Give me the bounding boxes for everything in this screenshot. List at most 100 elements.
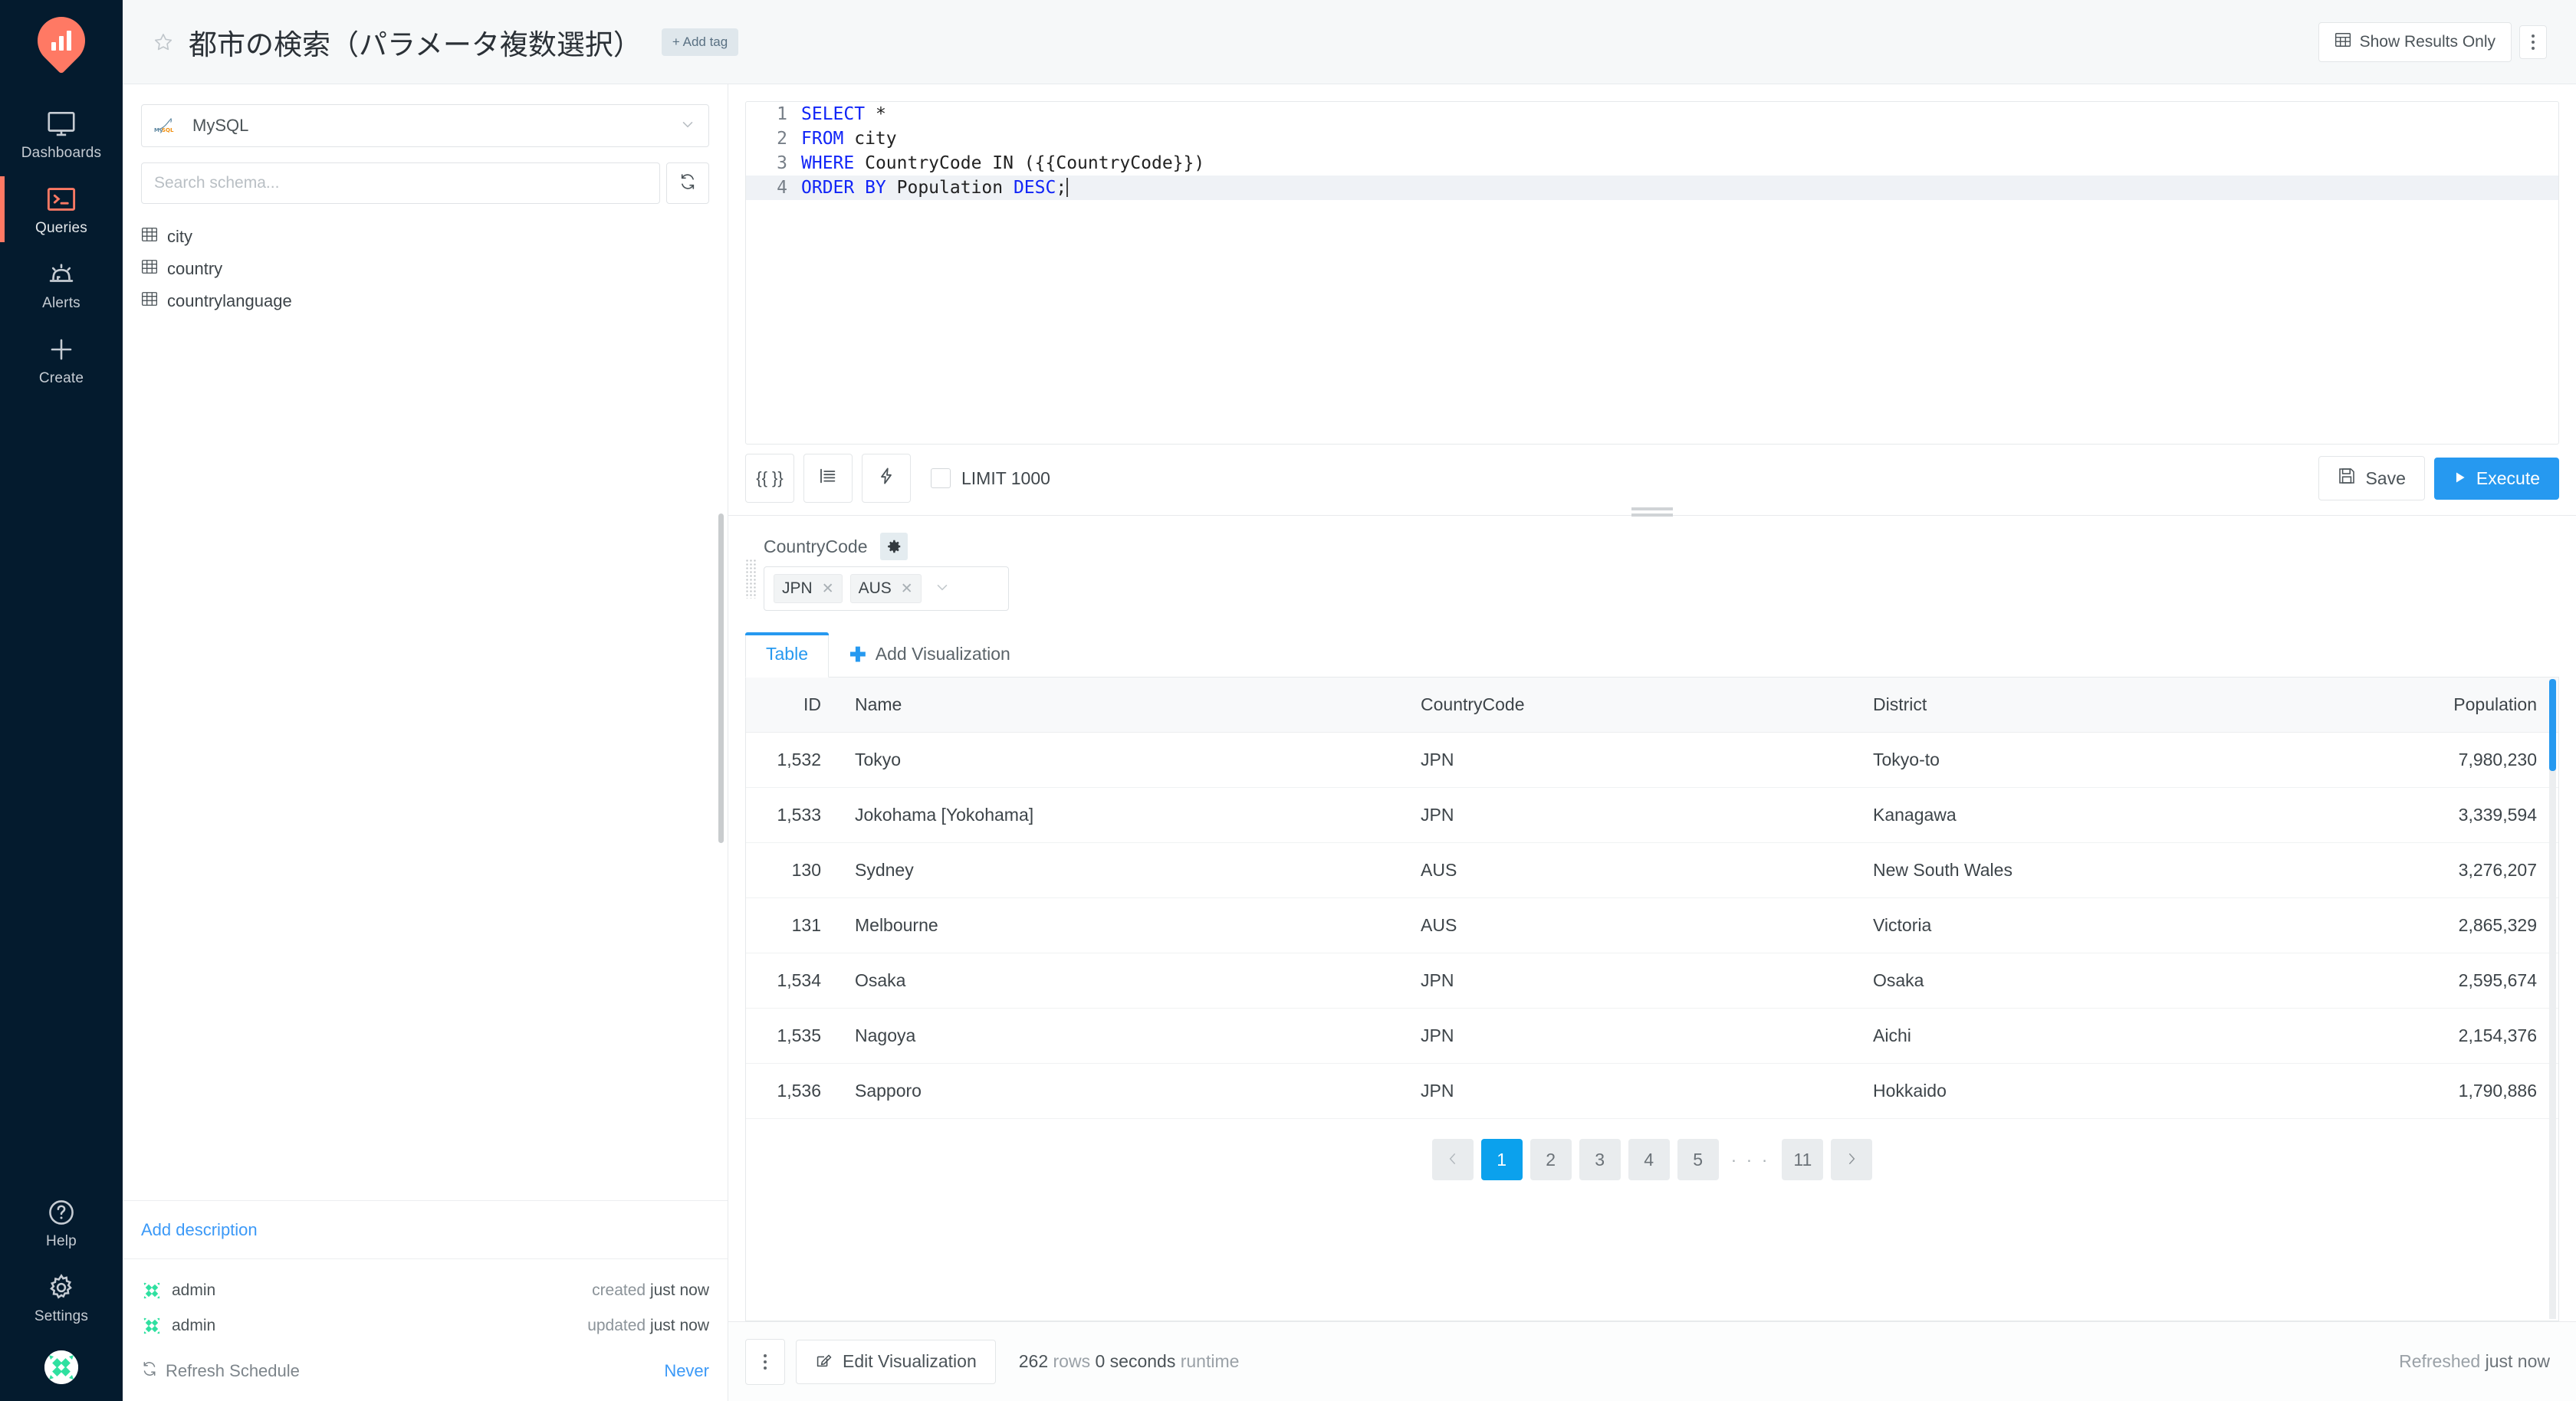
search-schema-input[interactable]	[141, 162, 660, 204]
schema-table-name: country	[167, 258, 223, 278]
sidebar-item-label: Queries	[35, 220, 87, 236]
datasource-select[interactable]: My SQL MySQL	[141, 104, 709, 147]
results-scrollbar-thumb[interactable]	[2549, 679, 2556, 771]
schema-table-country[interactable]: country	[141, 253, 709, 285]
chevron-left-icon	[1446, 1150, 1460, 1170]
schema-panel: My SQL MySQL Search schema... city count…	[123, 84, 728, 1401]
close-icon[interactable]: ✕	[822, 580, 834, 598]
editor-area: 1 SELECT * 2 FROM city 3 WHERE CountryCo…	[728, 84, 2576, 1401]
sidebar-item-queries[interactable]: Queries	[0, 172, 123, 247]
parameter-name: CountryCode	[764, 536, 868, 556]
cell-district: Hokkaido	[1873, 1063, 2341, 1119]
sql-editor[interactable]: 1 SELECT * 2 FROM city 3 WHERE CountryCo…	[745, 101, 2559, 445]
monitor-icon	[46, 110, 77, 139]
cell-population: 3,339,594	[2341, 787, 2558, 843]
save-button[interactable]: Save	[2318, 456, 2425, 500]
sidebar-item-dashboards[interactable]: Dashboards	[0, 97, 123, 172]
sidebar-item-label: Create	[38, 370, 84, 386]
sidebar-item-create[interactable]: Create	[0, 322, 123, 397]
cell-population: 3,276,207	[2341, 842, 2558, 898]
gear-icon	[46, 1273, 77, 1302]
pagination-page-5[interactable]: 5	[1677, 1139, 1719, 1180]
line-number: 4	[777, 178, 787, 198]
pagination-next-button[interactable]	[1831, 1139, 1873, 1180]
table-header-row: ID Name CountryCode District Population	[746, 678, 2558, 733]
show-results-only-button[interactable]: Show Results Only	[2318, 21, 2512, 62]
pagination-last-page[interactable]: 11	[1782, 1139, 1824, 1180]
limit-checkbox[interactable]	[931, 468, 951, 488]
editor-resize-divider[interactable]	[728, 507, 2576, 517]
sidebar-item-settings[interactable]: Settings	[0, 1260, 123, 1335]
edit-visualization-button[interactable]: Edit Visualization	[796, 1339, 996, 1384]
code-line: 3 WHERE CountryCode IN ({{CountryCode}})	[746, 151, 2558, 176]
visualization-tabs: Table ✚ Add Visualization	[745, 632, 2559, 678]
redash-logo[interactable]	[28, 7, 95, 74]
sidebar-item-alerts[interactable]: Alerts	[0, 247, 123, 322]
format-query-button[interactable]	[803, 454, 853, 503]
table-icon	[141, 258, 158, 279]
cell-name: Sapporo	[838, 1063, 1421, 1119]
column-header-countrycode[interactable]: CountryCode	[1421, 678, 1873, 733]
cell-countrycode: JPN	[1421, 732, 1873, 788]
resize-grip[interactable]	[1631, 507, 1673, 520]
add-parameter-button[interactable]: {{ }}	[745, 454, 794, 503]
schema-table-name: countrylanguage	[167, 290, 292, 310]
add-visualization-label: Add Visualization	[875, 644, 1010, 664]
kebab-menu-icon	[764, 1353, 767, 1370]
cell-district: Tokyo-to	[1873, 732, 2341, 788]
indent-icon	[819, 467, 837, 490]
column-header-population[interactable]: Population	[2341, 678, 2558, 733]
play-icon	[2453, 468, 2467, 489]
schema-table-countrylanguage[interactable]: countrylanguage	[141, 285, 709, 317]
show-results-only-label: Show Results Only	[2359, 32, 2496, 51]
sidebar-item-help[interactable]: Help	[0, 1185, 123, 1260]
pagination-page-1[interactable]: 1	[1480, 1139, 1523, 1180]
refresh-schedule-value[interactable]: Never	[664, 1361, 709, 1381]
add-visualization-button[interactable]: ✚ Add Visualization	[829, 632, 1031, 678]
column-header-district[interactable]: District	[1873, 678, 2341, 733]
parameter-settings-button[interactable]	[879, 533, 908, 560]
pagination-prev-button[interactable]	[1431, 1139, 1474, 1180]
code-text: ORDER BY Population DESC;	[801, 178, 1069, 198]
favorite-star-icon[interactable]	[150, 29, 176, 55]
tab-table[interactable]: Table	[745, 632, 829, 678]
parameter-drag-handle[interactable]	[745, 559, 757, 599]
results-scrollbar-track	[2549, 679, 2556, 1319]
visualization-more-menu-button[interactable]	[745, 1338, 785, 1385]
chevron-down-icon[interactable]	[934, 579, 951, 599]
parameter-tag[interactable]: JPN ✕	[774, 574, 843, 603]
cell-id: 1,534	[746, 953, 838, 1009]
pagination-page-2[interactable]: 2	[1530, 1139, 1572, 1180]
user-avatar[interactable]	[0, 1335, 123, 1384]
refresh-schema-button[interactable]	[666, 162, 709, 204]
cell-id: 1,532	[746, 732, 838, 788]
page-title: 都市の検索（パラメータ複数選択）	[189, 28, 642, 61]
sidebar-item-label: Help	[46, 1233, 77, 1249]
autocomplete-toggle-button[interactable]	[862, 454, 911, 503]
column-header-name[interactable]: Name	[838, 678, 1421, 733]
cell-district: Osaka	[1873, 953, 2341, 1009]
schema-panel-scrollbar[interactable]	[718, 513, 724, 843]
results-panel: CountryCode JPN ✕ AUS ✕ Table ✚ Add Visu…	[728, 516, 2576, 1321]
table-row: 1,535 Nagoya JPN Aichi 2,154,376	[746, 1008, 2558, 1064]
results-table-wrapper: ID Name CountryCode District Population …	[745, 678, 2559, 1321]
add-tag-button[interactable]: + Add tag	[661, 28, 739, 56]
execute-button[interactable]: Execute	[2433, 457, 2559, 500]
terminal-icon	[46, 185, 77, 214]
cell-name: Jokohama [Yokohama]	[838, 787, 1421, 843]
app-root: Dashboards Queries Alerts Create Help Se…	[0, 0, 2576, 1401]
pagination-page-3[interactable]: 3	[1579, 1139, 1621, 1180]
column-header-id[interactable]: ID	[746, 678, 838, 733]
schema-table-city[interactable]: city	[141, 221, 709, 253]
header-more-menu-button[interactable]	[2519, 25, 2547, 59]
parameter-value-select[interactable]: JPN ✕ AUS ✕	[764, 566, 1009, 611]
limit-toggle[interactable]: LIMIT 1000	[931, 468, 1050, 489]
bell-icon	[46, 260, 77, 289]
parameter-tag[interactable]: AUS ✕	[849, 574, 922, 603]
save-icon	[2338, 467, 2356, 490]
cell-id: 1,533	[746, 787, 838, 843]
add-description-link[interactable]: Add description	[123, 1201, 728, 1258]
pencil-square-icon	[815, 1350, 833, 1373]
pagination-page-4[interactable]: 4	[1628, 1139, 1670, 1180]
close-icon[interactable]: ✕	[901, 580, 913, 598]
